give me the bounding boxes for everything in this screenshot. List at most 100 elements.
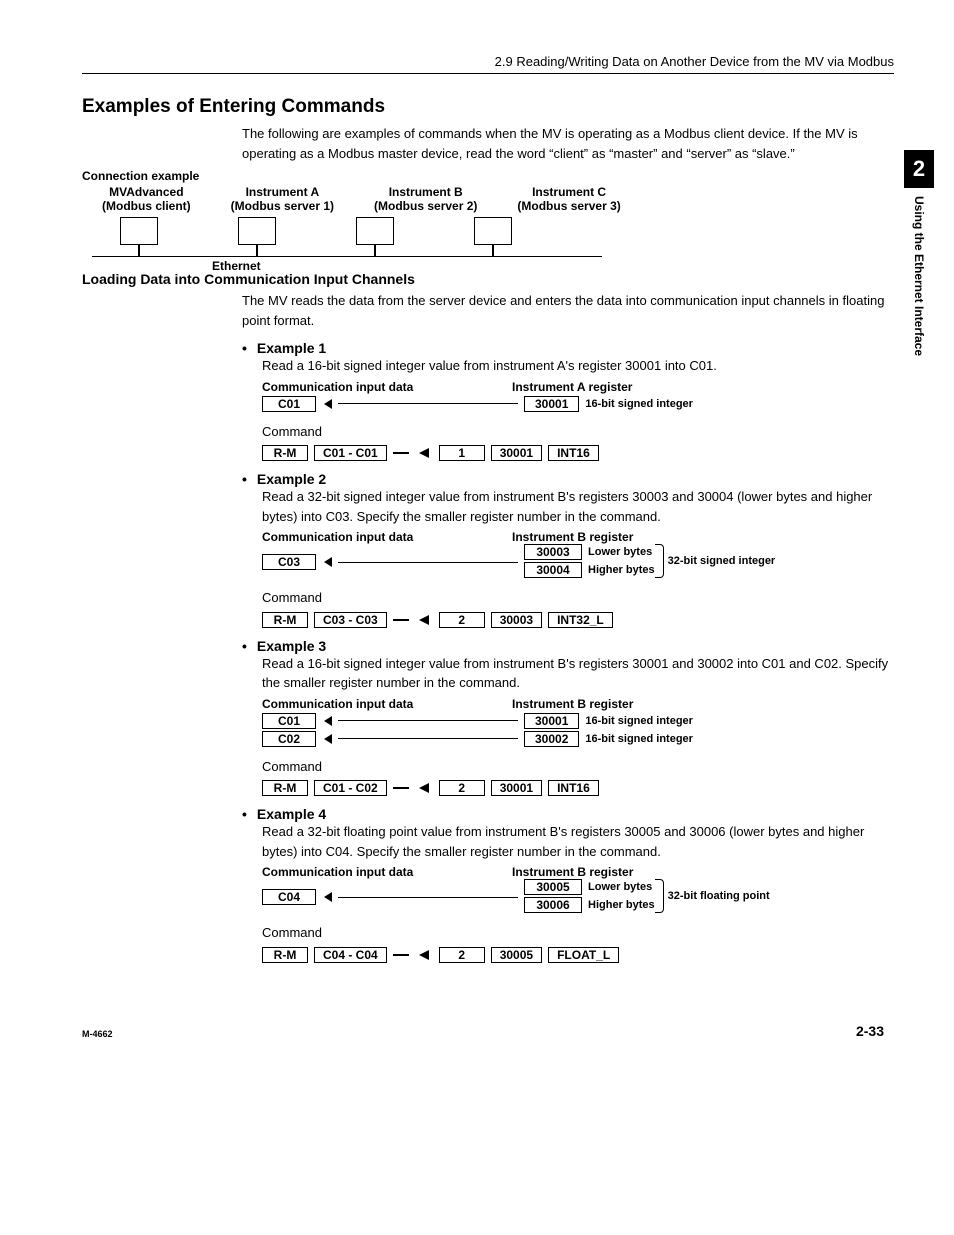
device-1: Instrument A (Modbus server 1) [231, 185, 334, 213]
cmd-box: INT16 [548, 780, 599, 796]
arrow-left-icon [324, 716, 332, 726]
cmd-box: 2 [439, 947, 485, 963]
register-box: 30005 [524, 879, 582, 895]
register-box: 30004 [524, 562, 582, 578]
chapter-title: Using the Ethernet Interface [912, 196, 926, 356]
command-row: R-M C03 - C03 2 30003 INT32_L [262, 612, 894, 628]
footer-code: M-4662 [82, 1029, 113, 1039]
channel-box: C04 [262, 889, 316, 905]
arrow-left-icon [324, 734, 332, 744]
register-type: 16-bit signed integer [585, 398, 693, 410]
page-number: 2-33 [856, 1023, 884, 1039]
cmd-box: 30001 [491, 445, 542, 461]
register-box: 30006 [524, 897, 582, 913]
command-row: R-M C01 - C01 1 30001 INT16 [262, 445, 894, 461]
device-name: Instrument A [231, 185, 334, 199]
cmd-box: C03 - C03 [314, 612, 387, 628]
register-desc: Lower bytes [588, 881, 652, 893]
command-label: Command [262, 757, 894, 777]
page: 2.9 Reading/Writing Data on Another Devi… [0, 0, 954, 1079]
io-right-label: Instrument B register [512, 865, 633, 879]
example-3-header: • Example 3 [242, 638, 894, 654]
example-1-desc: Read a 16-bit signed integer value from … [262, 356, 894, 376]
bullet-icon: • [242, 340, 247, 356]
running-header: 2.9 Reading/Writing Data on Another Devi… [82, 54, 894, 74]
register-box: 30002 [524, 731, 579, 747]
cmd-box: C04 - C04 [314, 947, 387, 963]
arrow-left-icon [324, 557, 332, 567]
bullet-icon: • [242, 806, 247, 822]
register-box: 30001 [524, 713, 579, 729]
ethernet-bus: Ethernet [92, 256, 602, 257]
example-2-desc: Read a 32-bit signed integer value from … [262, 487, 894, 526]
device-role: (Modbus server 1) [231, 199, 334, 213]
command-label: Command [262, 588, 894, 608]
device-box [474, 217, 512, 245]
arrow-left-icon [419, 615, 429, 625]
example-4-diagram: Communication input data Instrument B re… [262, 865, 894, 963]
register-desc: 16-bit signed integer [585, 715, 693, 727]
command-label: Command [262, 923, 894, 943]
cmd-box: R-M [262, 947, 308, 963]
cmd-box: R-M [262, 780, 308, 796]
device-role: (Modbus server 3) [517, 199, 620, 213]
example-2-header: • Example 2 [242, 471, 894, 487]
cmd-box: C01 - C02 [314, 780, 387, 796]
loading-title: Loading Data into Communication Input Ch… [82, 271, 894, 287]
channel-box: C01 [262, 713, 316, 729]
example-4-desc: Read a 32-bit floating point value from … [262, 822, 894, 861]
io-right-label: Instrument B register [512, 530, 633, 544]
command-label: Command [262, 422, 894, 442]
io-right-label: Instrument B register [512, 697, 633, 711]
example-1-diagram: Communication input data Instrument A re… [262, 380, 894, 462]
intro-text: The following are examples of commands w… [242, 124, 894, 163]
channel-box: C02 [262, 731, 316, 747]
cmd-box: INT32_L [548, 612, 613, 628]
example-2-diagram: Communication input data Instrument B re… [262, 530, 894, 628]
device-role: (Modbus client) [102, 199, 191, 213]
cmd-box: 2 [439, 780, 485, 796]
connection-diagram: Connection example MVAdvanced (Modbus cl… [82, 169, 894, 257]
bullet-icon: • [242, 638, 247, 654]
device-name: Instrument C [517, 185, 620, 199]
device-0: MVAdvanced (Modbus client) [102, 185, 191, 213]
register-type: 32-bit floating point [668, 890, 770, 902]
example-title: Example 3 [257, 638, 326, 654]
register-desc: 16-bit signed integer [585, 733, 693, 745]
page-footer: M-4662 2-33 [82, 1023, 894, 1039]
bullet-icon: • [242, 471, 247, 487]
brace-icon [655, 544, 664, 578]
device-box [238, 217, 276, 245]
cmd-box: FLOAT_L [548, 947, 619, 963]
cmd-box: 2 [439, 612, 485, 628]
example-4-header: • Example 4 [242, 806, 894, 822]
example-title: Example 2 [257, 471, 326, 487]
cmd-box: R-M [262, 445, 308, 461]
command-row: R-M C01 - C02 2 30001 INT16 [262, 780, 894, 796]
example-1-header: • Example 1 [242, 340, 894, 356]
chapter-tab: 2 Using the Ethernet Interface [904, 150, 934, 359]
arrow-left-icon [324, 399, 332, 409]
cmd-box: R-M [262, 612, 308, 628]
cmd-box: 30001 [491, 780, 542, 796]
connection-title: Connection example [82, 169, 894, 183]
section-title: Examples of Entering Commands [82, 96, 894, 118]
channel-box: C01 [262, 396, 316, 412]
register-desc: Higher bytes [588, 564, 655, 576]
io-left-label: Communication input data [262, 530, 512, 544]
io-left-label: Communication input data [262, 380, 512, 394]
io-right-label: Instrument A register [512, 380, 632, 394]
cmd-box: C01 - C01 [314, 445, 387, 461]
chapter-number: 2 [904, 150, 934, 188]
register-box: 30001 [524, 396, 579, 412]
cmd-box: 1 [439, 445, 485, 461]
device-3: Instrument C (Modbus server 3) [517, 185, 620, 213]
cmd-box: 30005 [491, 947, 542, 963]
device-2: Instrument B (Modbus server 2) [374, 185, 477, 213]
device-role: (Modbus server 2) [374, 199, 477, 213]
cmd-box: INT16 [548, 445, 599, 461]
command-row: R-M C04 - C04 2 30005 FLOAT_L [262, 947, 894, 963]
device-box [120, 217, 158, 245]
arrow-left-icon [324, 892, 332, 902]
brace-icon [655, 879, 664, 913]
